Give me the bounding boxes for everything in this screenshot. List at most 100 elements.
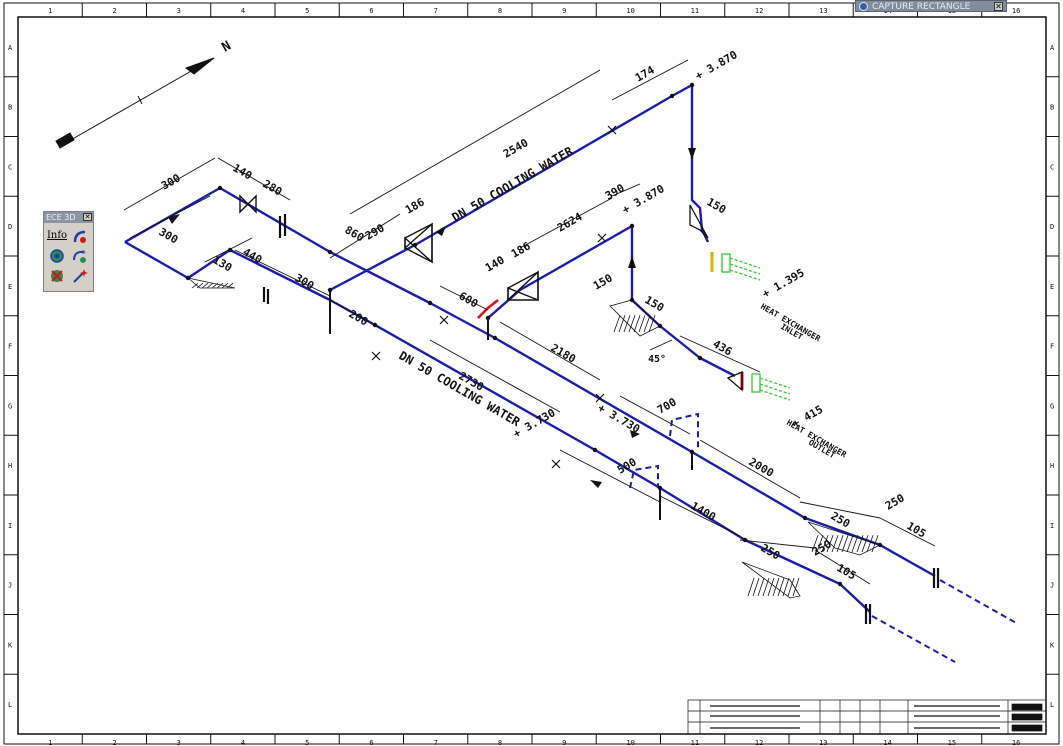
title-block xyxy=(687,699,1047,735)
support-point xyxy=(629,297,635,303)
north-label: N xyxy=(220,38,234,55)
dimension-label: 2180 xyxy=(549,341,578,366)
support-point xyxy=(669,93,675,99)
hatch-line xyxy=(638,315,646,333)
column-zone-label: 16 xyxy=(1012,739,1020,746)
column-zone-labels: 1122334455667788991010111112121313141415… xyxy=(48,7,1020,746)
row-zone-label: G xyxy=(1050,402,1054,410)
column-zone-label: 5 xyxy=(305,739,309,746)
column-zone-label: 12 xyxy=(755,739,763,746)
row-zone-label: E xyxy=(8,283,12,291)
isometric-pipe-drawing: 1122334455667788991010111112121313141415… xyxy=(3,2,1060,746)
target-tool-button[interactable] xyxy=(46,246,68,265)
hatch-line xyxy=(762,577,770,597)
support-point xyxy=(327,249,333,255)
support-point xyxy=(492,335,498,341)
tool-palette-title: ECE 3D xyxy=(46,213,76,222)
tool-palette[interactable]: ECE 3D ✕ Info R xyxy=(43,211,94,292)
tool-palette-titlebar[interactable]: ECE 3D ✕ xyxy=(44,212,93,223)
hatch-line xyxy=(851,535,859,553)
close-icon[interactable]: ✕ xyxy=(83,213,92,221)
column-zone-label: 4 xyxy=(241,7,245,15)
pipe-support-points xyxy=(185,82,883,587)
heat-exchanger-outlet-symbol xyxy=(740,372,791,401)
dimension-label: 2000 xyxy=(747,455,776,480)
support-point xyxy=(372,322,378,328)
hx-end-fittings xyxy=(689,204,743,392)
pipe-drops xyxy=(329,290,693,520)
column-zone-label: 15 xyxy=(948,739,956,746)
info-icon: Info xyxy=(46,230,68,241)
row-zone-label: G xyxy=(8,402,12,410)
row-zone-label: C xyxy=(1050,163,1054,171)
column-zone-label: 5 xyxy=(305,7,309,15)
column-zone-label: 7 xyxy=(434,739,438,746)
delete-tool-button[interactable] xyxy=(46,266,68,285)
support-point xyxy=(689,449,695,455)
rotate-tool-button[interactable]: R xyxy=(69,246,91,265)
column-zone-label: 12 xyxy=(755,7,763,15)
column-zone-label: 2 xyxy=(112,739,116,746)
dimension-label: 436 xyxy=(711,337,735,358)
row-zone-label: H xyxy=(1050,462,1054,470)
heat-exchanger-inlet-symbol xyxy=(710,252,761,281)
hatch-line xyxy=(201,282,209,289)
hatch-line xyxy=(846,535,854,553)
row-zone-label: E xyxy=(1050,283,1054,291)
dimension-label: 150 xyxy=(705,195,729,216)
hatch-line xyxy=(206,282,214,289)
dimension-label: 390 xyxy=(603,181,627,202)
magic-wand-tool-button[interactable] xyxy=(69,266,91,285)
hatch-line xyxy=(623,315,631,333)
support-point xyxy=(217,185,223,191)
column-zone-label: 10 xyxy=(626,739,634,746)
support-point xyxy=(227,247,233,253)
support-point xyxy=(802,515,808,521)
elbow-tool-button[interactable] xyxy=(69,226,91,245)
dimension-lines xyxy=(123,59,936,585)
support-point xyxy=(877,542,883,548)
elevation-label: + 3.870 xyxy=(620,182,667,216)
dimension-label: 150 xyxy=(643,293,667,314)
row-zone-label: I xyxy=(8,522,12,530)
row-zone-label: L xyxy=(8,701,12,709)
info-button[interactable]: Info xyxy=(46,226,68,245)
hatch-line xyxy=(643,315,651,333)
row-zone-label: H xyxy=(8,462,12,470)
dimension-label: 200 xyxy=(347,307,371,328)
row-zone-label: A xyxy=(1050,44,1055,52)
dimension-label: 440 xyxy=(241,245,265,266)
row-zone-label: C xyxy=(8,163,12,171)
hatch-line xyxy=(782,577,790,597)
row-zone-label: D xyxy=(1050,223,1054,231)
tool-palette-buttons: Info R xyxy=(44,223,93,288)
column-zone-label: 1 xyxy=(48,739,52,746)
column-zone-label: 2 xyxy=(112,7,116,15)
dimension-label: 105 xyxy=(835,561,859,582)
target-icon xyxy=(50,248,64,263)
support-point xyxy=(327,287,333,293)
capture-rectangle-window[interactable]: CAPTURE RECTANGLE ✕ xyxy=(855,0,1007,12)
support-point xyxy=(427,300,433,306)
pipe-left-loop xyxy=(124,240,871,613)
hatch-line xyxy=(841,535,849,553)
support-point xyxy=(485,315,491,321)
support-point xyxy=(185,275,191,281)
gate-valve xyxy=(507,270,539,302)
dimension-label: 300 xyxy=(293,271,317,292)
support-point xyxy=(657,323,663,329)
column-zone-label: 10 xyxy=(626,7,634,15)
hatch-line xyxy=(757,577,765,597)
dimension-label: 186 xyxy=(403,195,427,216)
row-zone-label: J xyxy=(1050,582,1054,590)
gate-valve xyxy=(239,194,257,214)
reducer-fitting xyxy=(477,298,499,319)
dimension-label: 250 xyxy=(883,491,907,512)
column-zone-label: 11 xyxy=(691,7,699,15)
close-icon[interactable]: ✕ xyxy=(994,2,1003,11)
column-zone-label: 8 xyxy=(498,7,502,15)
elevation-label: + 3.870 xyxy=(693,48,740,82)
dimension-label: 300 xyxy=(159,171,183,192)
column-zone-label: 13 xyxy=(819,7,827,15)
support-point xyxy=(592,447,598,453)
